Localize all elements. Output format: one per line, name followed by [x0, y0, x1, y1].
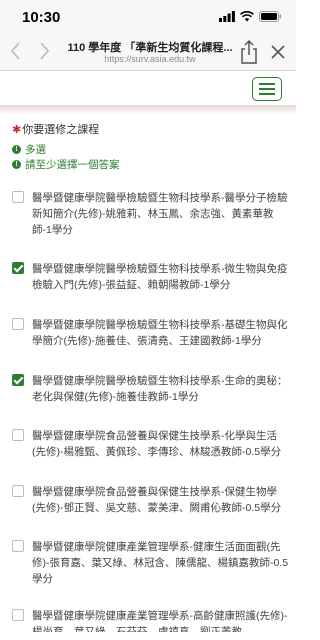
checkbox[interactable]	[12, 540, 24, 552]
wifi-icon	[240, 11, 254, 22]
browser-page-title: 110 學年度 「準新生均質化課程...	[67, 42, 233, 54]
status-time: 10:30	[22, 9, 61, 26]
close-icon[interactable]	[270, 44, 286, 60]
hint-text: 請至少選擇一個答案	[25, 159, 120, 171]
checkbox[interactable]	[12, 374, 24, 386]
option-label[interactable]: 醫學暨健康學院食品營養與保健生技學系-化學與生活(先修)-楊雅甄、黃佩珍、李傳珍…	[32, 428, 290, 460]
menu-button[interactable]	[252, 77, 282, 101]
info-icon: !	[12, 145, 21, 154]
question-title: ✱你要選修之課程	[12, 121, 99, 137]
menu-bar-icon	[259, 88, 275, 90]
hint-text: 多選	[25, 144, 46, 156]
menu-bar-icon	[259, 93, 275, 95]
checkbox[interactable]	[12, 429, 24, 441]
browser-toolbar: 110 學年度 「準新生均質化課程... https://surv.asia.e…	[0, 36, 296, 71]
checkbox[interactable]	[12, 262, 24, 274]
hint-multi-select: ! 多選	[12, 142, 46, 157]
info-icon: !	[12, 160, 21, 169]
checkbox[interactable]	[12, 318, 24, 330]
signal-icon	[219, 11, 235, 22]
option-label[interactable]: 醫學暨健康學院醫學檢驗暨生物科技學系-醫學分子檢驗新知簡介(先修)-姚雅莉、林玉…	[32, 190, 290, 238]
checkbox[interactable]	[12, 485, 24, 497]
page-header	[0, 71, 296, 105]
option-label[interactable]: 醫學暨健康學院食品營養與保健生技學系-保健生物學(先修)-鄧正賢、吳文慈、蒙美津…	[32, 484, 290, 516]
required-mark: ✱	[12, 124, 22, 136]
status-icons	[219, 11, 282, 22]
status-bar: 10:30	[0, 0, 296, 36]
checkbox[interactable]	[12, 609, 24, 621]
forward-arrow-icon[interactable]	[36, 40, 52, 62]
option-label[interactable]: 醫學暨健康學院健康產業管理學系-健康生活面面觀(先修)-張育嘉、葉又綠、林冠含、…	[32, 539, 290, 587]
header-divider	[0, 105, 296, 115]
share-icon[interactable]	[238, 39, 260, 65]
back-arrow-icon[interactable]	[8, 40, 24, 62]
option-label[interactable]: 醫學暨健康學院醫學檢驗暨生物科技學系-基礎生物與化學簡介(先修)-施養佳、張清堯…	[32, 317, 290, 349]
battery-icon	[259, 11, 282, 22]
question-title-text: 你要選修之課程	[22, 124, 100, 136]
option-label[interactable]: 醫學暨健康學院醫學檢驗暨生物科技學系-生命的奧秘：老化與保健(先修)-施養佳教師…	[32, 373, 290, 405]
checkbox[interactable]	[12, 191, 24, 203]
viewport-bottom-edge	[0, 632, 296, 640]
hint-min-selection: ! 請至少選擇一個答案	[12, 157, 120, 172]
menu-bar-icon	[259, 83, 275, 85]
option-label[interactable]: 醫學暨健康學院醫學檢驗暨生物科技學系-微生物與免疫檢驗入門(先修)-張益鉦、賴朝…	[32, 261, 290, 293]
browser-url[interactable]: https://surv.asia.edu.tw	[66, 54, 234, 64]
